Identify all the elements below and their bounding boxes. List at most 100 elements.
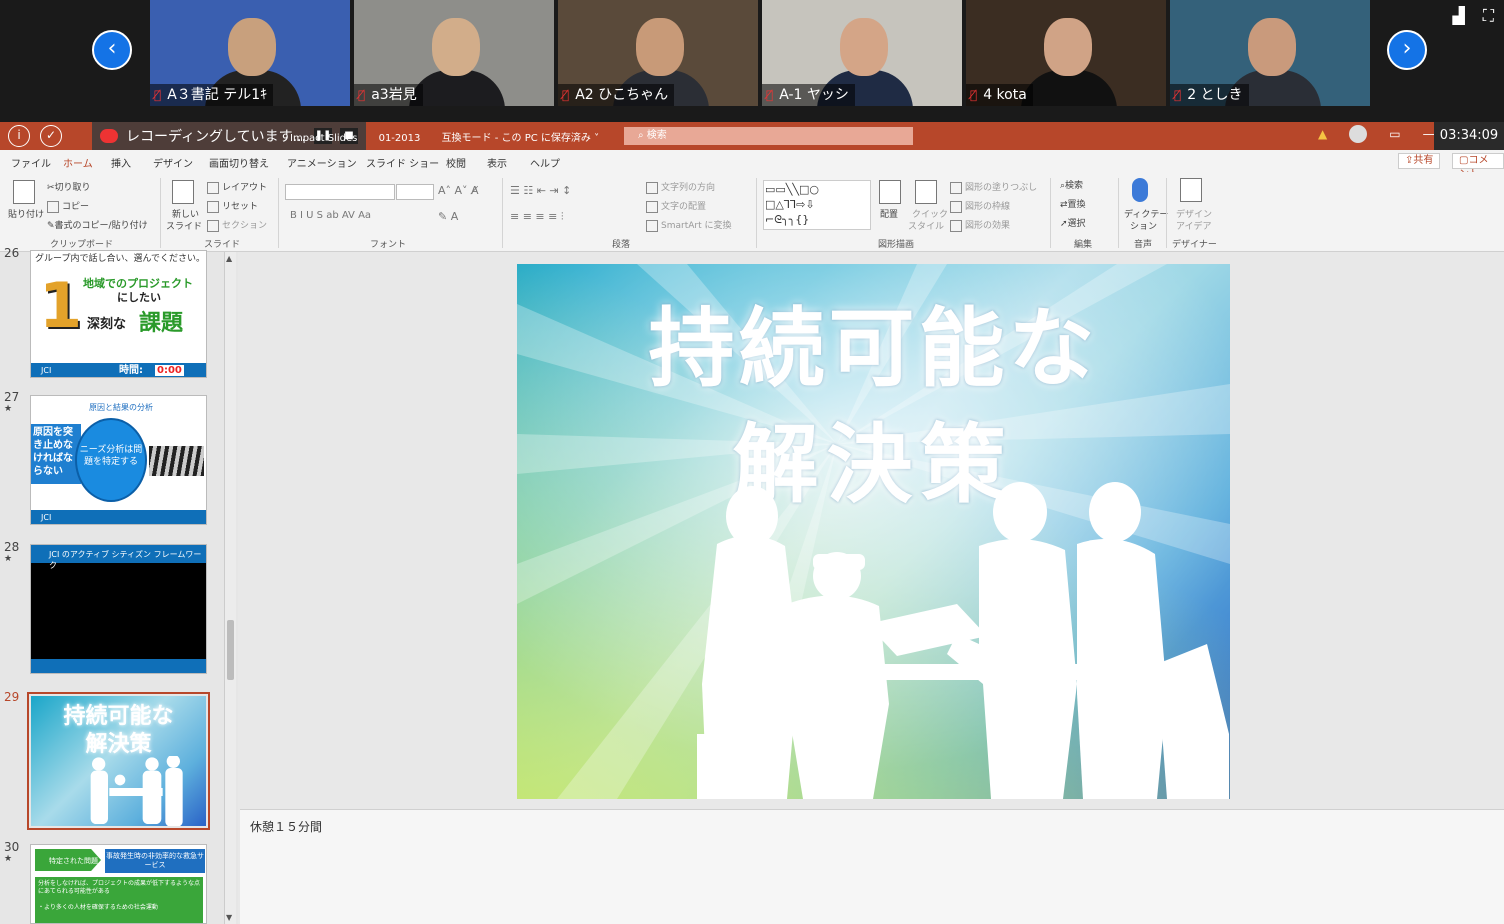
text-direction-label: 文字列の方向 <box>661 183 716 193</box>
slide-number-28: 28 <box>4 540 20 554</box>
participant-name: a3岩見 <box>371 87 417 103</box>
video-tile[interactable]: 🎙̸ A３書記 テル1ｷ <box>150 0 350 106</box>
arrange-button[interactable]: 配置 <box>880 207 898 220</box>
font-size-select[interactable] <box>396 184 434 200</box>
font-family-select[interactable] <box>285 184 395 200</box>
video-tile[interactable]: 🎙̸ 4 kota <box>966 0 1166 106</box>
scrollbar-thumb[interactable] <box>227 620 234 680</box>
format-painter-button[interactable]: ✎書式のコピー/貼り付け <box>47 218 148 231</box>
ribbon-tab[interactable]: 表示 <box>487 155 507 170</box>
text-align-label: 文字の配置 <box>661 202 707 212</box>
voice-group-label: 音声 <box>1134 240 1153 250</box>
comment-button[interactable]: ▢コメント <box>1452 153 1504 180</box>
layout-button[interactable]: レイアウト <box>207 180 267 194</box>
new-slide-label-2[interactable]: スライド <box>166 219 202 232</box>
participant-name: 4 kota <box>983 87 1027 103</box>
find-label: 検索 <box>1065 181 1084 191</box>
ribbon: 貼り付け ✂切り取り コピー ✎書式のコピー/貼り付け クリップボード 新しい … <box>0 172 1504 252</box>
video-tile[interactable]: 🎙̸ A2 ひこちゃん <box>558 0 758 106</box>
fill-icon <box>950 181 962 194</box>
notes-text[interactable]: 休憩１５分間 <box>250 818 322 835</box>
thumbnail-slide-26[interactable]: グループ内で話し合い、選んでください。 1 地域でのプロジェクト にしたい 深刻… <box>30 250 207 378</box>
ribbon-tab[interactable]: ヘルプ <box>530 155 560 170</box>
ribbon-tab[interactable]: 挿入 <box>111 155 131 170</box>
thumbnail-slide-27[interactable]: 原因と結果の分析 原因を突き止めなければならない ニーズ分析は問題を特定する J… <box>30 395 207 525</box>
microphone-icon[interactable] <box>1132 178 1148 202</box>
cut-button[interactable]: ✂切り取り <box>47 180 91 193</box>
ribbon-tab[interactable]: スライド ショー <box>366 155 439 170</box>
gallery-view-icon[interactable]: ▟ <box>1452 6 1464 26</box>
list-buttons[interactable]: ☰ ☷ ⇤ ⇥ ↕ <box>510 184 571 197</box>
font-size-buttons[interactable]: A˄ A˅ A̸ <box>438 184 479 197</box>
shape-outline-button[interactable]: 図形の枠線 <box>950 199 1010 213</box>
doc-name-part-b: 01-2013 <box>378 133 421 144</box>
ribbon-display-icon[interactable]: ▭ <box>1389 127 1400 143</box>
participant-face <box>1248 18 1296 76</box>
thumbnail-scrollbar[interactable]: ▲ ▼ <box>224 252 236 924</box>
video-tile[interactable]: 🎙̸ A-1 ヤッシ <box>762 0 962 106</box>
notes-pane[interactable]: 休憩１５分間 <box>240 809 1504 924</box>
document-title: Impact Slides 01-2013 互換モード - この PC に保存済… <box>290 129 599 144</box>
search-input[interactable]: ⌕ 検索 <box>624 127 913 145</box>
mic-muted-icon: 🎙̸ <box>154 88 162 102</box>
align-buttons[interactable]: ≡ ≡ ≡ ≡ ⫶ <box>510 210 564 224</box>
section-button[interactable]: セクション <box>207 218 267 232</box>
quick-styles-icon[interactable] <box>915 180 937 204</box>
ribbon-tab[interactable]: 校閲 <box>446 155 466 170</box>
ribbon-tab[interactable]: ファイル <box>11 155 51 170</box>
chevron-right-icon[interactable]: › <box>1387 30 1427 70</box>
paste-button[interactable]: 貼り付け <box>8 207 44 220</box>
shapes-gallery[interactable]: ▭▭╲╲□○ □△⅂⅂⇨⇩ ⌐ᘓ╮╮{} <box>763 180 871 230</box>
layout-icon <box>207 181 219 194</box>
shape-effects-button[interactable]: 図形の効果 <box>950 218 1010 232</box>
thumbnail-slide-29-selected[interactable]: 持続可能な 解決策 <box>27 692 210 830</box>
ribbon-tab[interactable]: 画面切り替え <box>209 155 269 170</box>
text-align-button[interactable]: 文字の配置 <box>646 199 706 213</box>
layout-label: レイアウト <box>222 183 268 193</box>
smartart-button[interactable]: SmartArt に変換 <box>646 218 731 232</box>
info-icon[interactable]: i <box>8 125 30 147</box>
shape-fill-button[interactable]: 図形の塗りつぶし <box>950 180 1037 194</box>
ribbon-tab[interactable]: デザイン <box>153 155 193 170</box>
share-label: 共有 <box>1413 155 1434 166</box>
shield-icon[interactable]: ✓ <box>40 125 62 147</box>
font-style-buttons[interactable]: B I U S ab AV Aa <box>290 210 371 221</box>
design-ideas-icon[interactable] <box>1180 178 1202 202</box>
slide28-heading: JCI のアクティブ シティズン フレームワーク <box>49 550 202 570</box>
mic-muted-icon: 🎙̸ <box>358 88 366 102</box>
design-ideas-label-2[interactable]: アイデア <box>1176 219 1212 232</box>
select-button[interactable]: ➚選択 <box>1060 216 1086 229</box>
highlight-color-buttons[interactable]: ✎ A <box>438 210 458 223</box>
video-tile[interactable]: 🎙̸ 2 としき <box>1170 0 1370 106</box>
find-button[interactable]: ⌕検索 <box>1060 178 1083 191</box>
share-button[interactable]: ⇪共有 <box>1398 153 1441 169</box>
recording-text: レコーディングしています... <box>126 129 306 145</box>
participant-name: A-1 ヤッシ <box>779 87 849 103</box>
dictate-label-2[interactable]: ション <box>1130 219 1157 232</box>
ribbon-tabs: ファイル ホーム 挿入 デザイン 画面切り替え アニメーション スライド ショー 校閲 表示 ヘル… <box>0 150 1504 180</box>
participant-namebar: 🎙̸ A2 ひこちゃん <box>558 84 675 106</box>
arrange-icon[interactable] <box>879 180 901 204</box>
copy-button[interactable]: コピー <box>47 199 89 213</box>
warning-icon[interactable]: ▲ <box>1318 127 1327 143</box>
minimize-icon[interactable]: — <box>1423 127 1435 143</box>
reset-button[interactable]: リセット <box>207 199 258 213</box>
replace-button[interactable]: ⇄置換 <box>1060 197 1086 210</box>
video-tile[interactable]: 🎙̸ a3岩見 <box>354 0 554 106</box>
quick-styles-label-2[interactable]: スタイル <box>908 219 944 232</box>
avatar[interactable] <box>1349 125 1368 143</box>
text-direction-button[interactable]: 文字列の方向 <box>646 180 715 194</box>
section-label: セクション <box>222 221 268 231</box>
scroll-down-icon[interactable]: ▼ <box>226 913 232 922</box>
thumbnail-slide-30[interactable]: 特定された問題 事故発生時の非効率的な救急サービス 分析をしなければ、プロジェク… <box>30 844 207 924</box>
paste-icon[interactable] <box>13 180 35 204</box>
ribbon-tab[interactable]: アニメーション <box>287 155 357 170</box>
fullscreen-icon[interactable]: ⛶ <box>1483 6 1494 26</box>
scroll-up-icon[interactable]: ▲ <box>226 254 232 263</box>
slide-number-29: 29 <box>4 690 20 704</box>
current-slide[interactable]: 持続可能な 解決策 <box>517 264 1230 799</box>
participant-name: A３書記 テル1ｷ <box>167 87 268 103</box>
chevron-left-icon[interactable]: ‹ <box>92 30 132 70</box>
new-slide-icon[interactable] <box>172 180 194 204</box>
thumbnail-slide-28[interactable]: JCI のアクティブ シティズン フレームワーク <box>30 544 207 674</box>
